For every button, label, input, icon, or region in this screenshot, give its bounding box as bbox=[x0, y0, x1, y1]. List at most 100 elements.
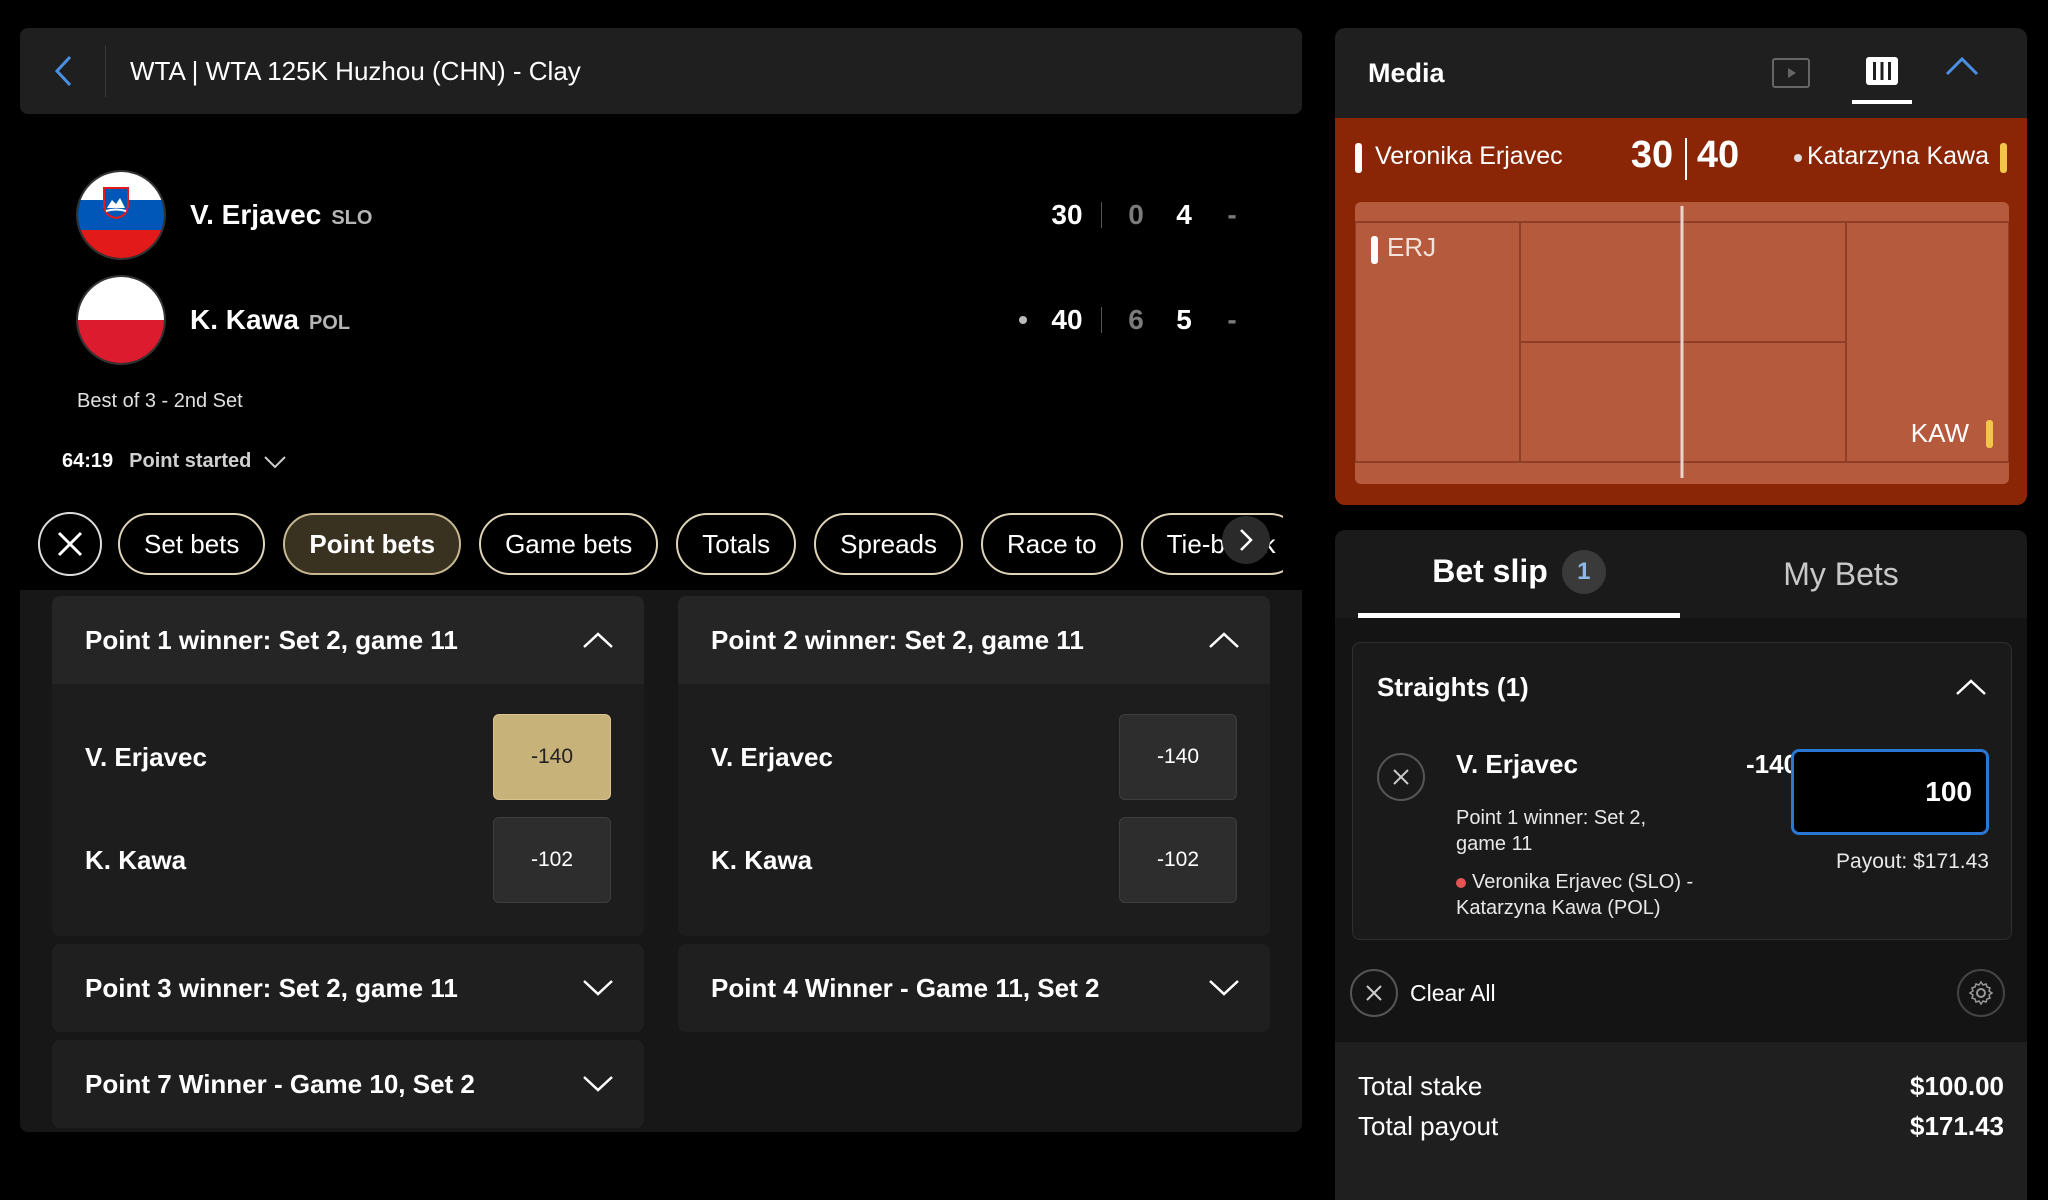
gear-icon bbox=[1968, 980, 1994, 1006]
match-clock: 64:19 bbox=[62, 450, 114, 472]
chevron-down-icon bbox=[1209, 980, 1239, 996]
set3-score: - bbox=[1227, 304, 1237, 335]
away-bar bbox=[2000, 143, 2007, 173]
video-stream-button[interactable] bbox=[1772, 58, 1810, 88]
market-title: Point 7 Winner - Game 10, Set 2 bbox=[85, 1068, 475, 1099]
market-tabs: Set bets Point bets Game bets Totals Spr… bbox=[38, 512, 1283, 576]
tab-set-bets[interactable]: Set bets bbox=[118, 513, 266, 575]
selection-row: V. Erjavec -140 bbox=[85, 714, 611, 800]
match-timeline-toggle[interactable]: 64:19 Point started bbox=[62, 450, 287, 473]
total-stake-row: Total stake $100.00 bbox=[1358, 1066, 2004, 1106]
selection-name: K. Kawa bbox=[711, 844, 813, 875]
market-header[interactable]: Point 1 winner: Set 2, game 11 bbox=[52, 596, 644, 684]
tabs-scroll-right-button[interactable] bbox=[1222, 516, 1270, 564]
match-status: Point started bbox=[129, 450, 252, 472]
selection-row: V. Erjavec -140 bbox=[711, 714, 1237, 800]
set3-score: - bbox=[1227, 199, 1237, 230]
current-points: 30 bbox=[1051, 199, 1083, 230]
slip-settings-button[interactable] bbox=[1957, 969, 2005, 1017]
tracker-away-points: 40 bbox=[1696, 134, 1740, 176]
chevron-down-icon bbox=[583, 1076, 613, 1092]
market-header[interactable]: Point 3 winner: Set 2, game 11 bbox=[52, 944, 644, 1032]
odds-button[interactable]: -140 bbox=[1119, 714, 1237, 800]
set1-score: 0 bbox=[1128, 199, 1144, 230]
selection-row: K. Kawa -102 bbox=[711, 817, 1237, 903]
slovenia-flag-icon bbox=[76, 170, 166, 260]
selection-name: K. Kawa bbox=[85, 844, 187, 875]
score-cells: 40 6 5 - bbox=[1019, 275, 1256, 365]
player-name: K. Kawa bbox=[190, 304, 299, 335]
market-header[interactable]: Point 2 winner: Set 2, game 11 bbox=[678, 596, 1270, 684]
chevron-up-icon bbox=[1945, 56, 1979, 76]
clear-all-button[interactable]: Clear All bbox=[1350, 958, 2010, 1028]
media-header: Media bbox=[1335, 28, 2027, 118]
tab-spreads[interactable]: Spreads bbox=[814, 513, 964, 575]
straights-title: Straights (1) bbox=[1377, 671, 1529, 702]
close-icon bbox=[1366, 985, 1382, 1001]
straights-header[interactable]: Straights (1) bbox=[1353, 643, 2011, 731]
serve-indicator bbox=[1019, 316, 1027, 324]
bet-selection: V. Erjavec bbox=[1456, 749, 1578, 779]
total-stake-label: Total stake bbox=[1358, 1070, 1483, 1101]
close-icon bbox=[57, 531, 83, 557]
bet-slip-panel: Bet slip 1 My Bets Straights (1) V. Erja… bbox=[1335, 530, 2027, 1200]
play-icon bbox=[1788, 68, 1796, 78]
home-bar bbox=[1355, 143, 1362, 173]
score-cells: 30 0 4 - bbox=[1043, 170, 1256, 260]
media-panel: Media Veronika Erjavec 30 40 Katarzyna K… bbox=[1335, 28, 2027, 505]
total-payout-row: Total payout $171.43 bbox=[1358, 1106, 2004, 1146]
market-header[interactable]: Point 7 Winner - Game 10, Set 2 bbox=[52, 1040, 644, 1128]
odds-button[interactable]: -140 bbox=[493, 714, 611, 800]
stake-input[interactable] bbox=[1791, 749, 1989, 835]
home-court-marker bbox=[1371, 236, 1378, 264]
close-filter-button[interactable] bbox=[38, 512, 102, 576]
tab-totals[interactable]: Totals bbox=[676, 513, 797, 575]
chevron-down-icon bbox=[264, 455, 287, 468]
total-payout-label: Total payout bbox=[1358, 1110, 1499, 1141]
match-tracker: Veronika Erjavec 30 40 Katarzyna Kawa ER… bbox=[1335, 118, 2027, 505]
collapse-media-button[interactable] bbox=[1945, 56, 1979, 81]
bet-event: Veronika Erjavec (SLO) - Katarzyna Kawa … bbox=[1456, 869, 1716, 921]
odds-button[interactable]: -102 bbox=[1119, 817, 1237, 903]
selection-name: V. Erjavec bbox=[85, 741, 207, 772]
tab-game-bets[interactable]: Game bets bbox=[479, 513, 659, 575]
market-header[interactable]: Point 4 Winner - Game 11, Set 2 bbox=[678, 944, 1270, 1032]
set1-score: 6 bbox=[1128, 304, 1144, 335]
market-card: Point 2 winner: Set 2, game 11 V. Erjave… bbox=[678, 596, 1270, 936]
match-tracker-button[interactable] bbox=[1852, 42, 1912, 104]
tracker-home-points: 30 bbox=[1630, 134, 1674, 176]
market-title: Point 4 Winner - Game 11, Set 2 bbox=[711, 972, 1100, 1003]
chevron-right-icon bbox=[1240, 529, 1253, 551]
selection-row: K. Kawa -102 bbox=[85, 817, 611, 903]
player-country: SLO bbox=[331, 206, 373, 229]
court-away-abbr: KAW bbox=[1910, 418, 1969, 448]
slip-content: Straights (1) V. Erjavec -140 Point 1 wi… bbox=[1335, 618, 2027, 1200]
clear-all-icon-button[interactable] bbox=[1350, 969, 1398, 1017]
slip-tabs: Bet slip 1 My Bets bbox=[1335, 530, 2027, 618]
court-grid-icon bbox=[1866, 57, 1898, 85]
clear-all-label: Clear All bbox=[1410, 979, 1496, 1006]
event-title: WTA | WTA 125K Huzhou (CHN) - Clay bbox=[130, 55, 581, 86]
bet-odds: -140 bbox=[1745, 749, 1798, 779]
live-indicator bbox=[1456, 877, 1466, 888]
market-card: Point 3 winner: Set 2, game 11 bbox=[52, 944, 644, 1032]
bet-payout: Payout: $171.43 bbox=[1836, 850, 1989, 873]
current-points: 40 bbox=[1051, 304, 1083, 335]
bet-market: Point 1 winner: Set 2, game 11 bbox=[1456, 807, 1647, 855]
total-payout-value: $171.43 bbox=[1910, 1110, 2004, 1141]
odds-button[interactable]: -102 bbox=[493, 817, 611, 903]
close-icon bbox=[1393, 769, 1409, 785]
tab-bet-slip[interactable]: Bet slip 1 bbox=[1358, 530, 1680, 618]
back-button[interactable] bbox=[20, 45, 106, 97]
tab-my-bets[interactable]: My Bets bbox=[1680, 530, 2002, 618]
match-format: Best of 3 - 2nd Set bbox=[77, 390, 243, 412]
bet-count-badge: 1 bbox=[1561, 549, 1606, 594]
away-court-marker bbox=[1986, 420, 1993, 448]
tab-race-to[interactable]: Race to bbox=[981, 513, 1123, 575]
remove-bet-button[interactable] bbox=[1377, 753, 1425, 801]
chevron-up-icon bbox=[1956, 679, 1986, 695]
chevron-down-icon bbox=[583, 980, 613, 996]
bet-event-name: Veronika Erjavec (SLO) - Katarzyna Kawa … bbox=[1456, 871, 1694, 919]
tab-point-bets[interactable]: Point bets bbox=[283, 513, 462, 575]
chevron-up-icon bbox=[1209, 632, 1239, 648]
